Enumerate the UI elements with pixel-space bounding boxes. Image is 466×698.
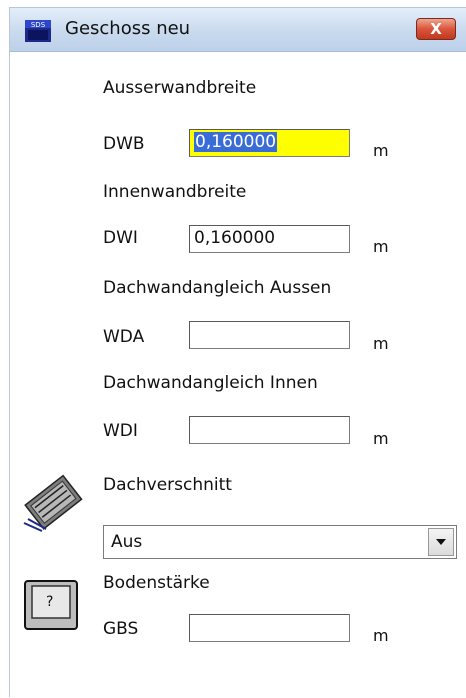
dialog-window: SDS Geschoss neu X Ausserwandbreite DWB … (9, 7, 466, 698)
roof-wall-outer-input[interactable] (189, 321, 350, 349)
inner-wall-input[interactable]: 0,160000 (189, 225, 350, 253)
outer-wall-value: 0,160000 (194, 132, 278, 152)
inner-wall-unit: m (373, 237, 389, 256)
roof-wall-inner-input[interactable] (189, 416, 350, 444)
dialog-body: Ausserwandbreite DWB 0,160000 m Innenwan… (10, 52, 466, 698)
outer-wall-code-label: DWB (103, 134, 145, 154)
svg-text:?: ? (46, 594, 53, 610)
outer-wall-section-label: Ausserwandbreite (103, 78, 257, 98)
roof-wall-outer-unit: m (373, 334, 389, 353)
roof-cut-dropdown-button[interactable] (428, 528, 454, 556)
floor-thickness-code-label: GBS (103, 619, 139, 639)
roof-cut-select[interactable]: Aus (103, 525, 457, 559)
inner-wall-code-label: DWI (103, 228, 138, 248)
outer-wall-input[interactable]: 0,160000 (189, 129, 350, 157)
app-icon: SDS (25, 20, 51, 42)
roof-wall-inner-unit: m (373, 429, 389, 448)
outer-wall-unit: m (373, 141, 389, 160)
close-icon: X (430, 20, 442, 38)
roof-wall-outer-code-label: WDA (103, 327, 145, 347)
app-icon-text: SDS (31, 21, 46, 29)
roof-cut-section-label: Dachverschnitt (103, 475, 232, 495)
roof-wall-inner-section-label: Dachwandangleich Innen (103, 373, 318, 393)
floor-thickness-input[interactable] (189, 614, 350, 642)
help-key-icon: ? (24, 580, 78, 630)
floor-thickness-section-label: Bodenstärke (103, 573, 210, 593)
floor-thickness-unit: m (373, 626, 389, 645)
close-button[interactable]: X (416, 18, 456, 40)
roof-wall-outer-section-label: Dachwandangleich Aussen (103, 278, 332, 298)
roof-cut-icon (22, 473, 86, 533)
roof-cut-selected-value: Aus (111, 532, 143, 552)
window-title: Geschoss neu (65, 18, 191, 39)
roof-wall-inner-code-label: WDI (103, 421, 138, 441)
inner-wall-value: 0,160000 (194, 228, 276, 248)
inner-wall-section-label: Innenwandbreite (103, 182, 247, 202)
title-bar[interactable]: SDS Geschoss neu X (10, 8, 466, 52)
chevron-down-icon (436, 539, 446, 545)
